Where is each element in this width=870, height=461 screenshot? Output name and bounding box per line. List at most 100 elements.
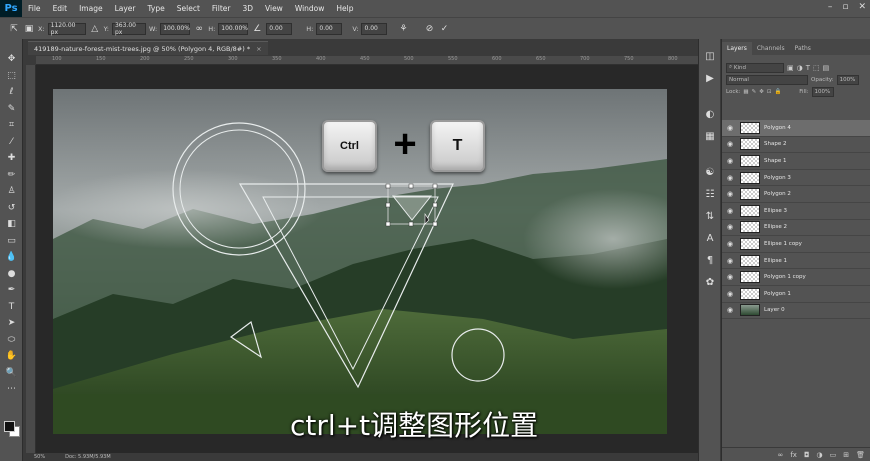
x-position-field[interactable]: 1120.00 px	[47, 22, 86, 36]
link-icon[interactable]: ∞	[193, 24, 205, 34]
link-layers-icon[interactable]: ∞	[778, 451, 784, 459]
visibility-eye-icon[interactable]: ◉	[722, 273, 738, 281]
layer-row[interactable]: ◉ Polygon 2	[722, 186, 870, 203]
new-adjustment-icon[interactable]: ◑	[817, 451, 823, 459]
reference-point-icon[interactable]: ▣	[23, 24, 35, 34]
filter-smart-object-icon[interactable]: ▤	[823, 64, 830, 72]
history-icon[interactable]: ◫	[699, 45, 721, 67]
dodge-tool-icon[interactable]: ●	[0, 266, 23, 283]
layer-row[interactable]: ◉ Polygon 3	[722, 170, 870, 187]
tab-channels[interactable]: Channels	[752, 42, 790, 55]
warp-icon[interactable]: ⚘	[397, 24, 409, 34]
layer-row[interactable]: ◉ Shape 2	[722, 137, 870, 154]
zoom-level[interactable]: 50%	[34, 454, 45, 460]
menu-help[interactable]: Help	[330, 4, 359, 13]
marquee-tool-icon[interactable]: ⬚	[0, 68, 23, 85]
close-icon[interactable]: ✕	[858, 2, 866, 12]
layer-row[interactable]: ◉ Ellipse 1	[722, 253, 870, 270]
transform-handle[interactable]	[385, 183, 391, 189]
h-skew-field[interactable]: 0.00	[316, 22, 343, 35]
visibility-eye-icon[interactable]: ◉	[722, 207, 738, 215]
delta-icon[interactable]: △	[89, 24, 101, 34]
layer-row[interactable]: ◉ Polygon 1	[722, 286, 870, 303]
height-field[interactable]: 100.00%	[218, 22, 249, 35]
maximize-icon[interactable]: ▫	[842, 2, 848, 12]
layer-row[interactable]: ◉ Polygon 4	[722, 120, 870, 137]
libraries-icon[interactable]: ☷	[699, 183, 721, 205]
foreground-color-swatch[interactable]	[4, 421, 15, 432]
transform-handle[interactable]	[432, 183, 438, 189]
menu-select[interactable]: Select	[171, 4, 206, 13]
filter-shape-icon[interactable]: ⬚	[813, 64, 820, 72]
lock-transparency-icon[interactable]: ▦	[743, 89, 748, 95]
adjustments-icon[interactable]: ☯	[699, 161, 721, 183]
layer-row[interactable]: ◉ Shape 1	[722, 153, 870, 170]
filter-type-icon[interactable]: T	[806, 64, 810, 72]
menu-filter[interactable]: Filter	[206, 4, 237, 13]
transform-tool-icon[interactable]: ⇱	[8, 24, 20, 34]
layer-row[interactable]: ◉ Ellipse 3	[722, 203, 870, 220]
tab-layers[interactable]: Layers	[722, 42, 752, 55]
path-selection-tool-icon[interactable]: ➤	[0, 315, 23, 332]
ruler-horizontal[interactable]: 100 150 200 250 300 350 400 450 500 550 …	[36, 56, 701, 65]
fill-field[interactable]: 100%	[811, 87, 834, 97]
new-group-icon[interactable]: ▭	[830, 451, 837, 459]
pen-tool-icon[interactable]: ✒	[0, 282, 23, 299]
visibility-eye-icon[interactable]: ◉	[722, 124, 738, 132]
blend-mode-select[interactable]: Normal	[726, 75, 808, 85]
swatches-icon[interactable]: ▦	[699, 125, 721, 147]
layer-row[interactable]: ◉ Polygon 1 copy	[722, 269, 870, 286]
visibility-eye-icon[interactable]: ◉	[722, 190, 738, 198]
character-icon[interactable]: A	[699, 227, 721, 249]
add-mask-icon[interactable]: ◘	[804, 451, 810, 459]
visibility-eye-icon[interactable]: ◉	[722, 140, 738, 148]
type-tool-icon[interactable]: T	[0, 299, 23, 316]
healing-brush-tool-icon[interactable]: ✚	[0, 150, 23, 167]
more-tools-icon[interactable]: ⋯	[0, 381, 23, 398]
visibility-eye-icon[interactable]: ◉	[722, 157, 738, 165]
hand-tool-icon[interactable]: ✋	[0, 348, 23, 365]
filter-pixel-icon[interactable]: ▣	[787, 64, 794, 72]
visibility-eye-icon[interactable]: ◉	[722, 174, 738, 182]
transform-handle[interactable]	[408, 183, 414, 189]
delete-layer-icon[interactable]: 🗑	[856, 451, 865, 459]
width-field[interactable]: 100.00%	[160, 22, 191, 35]
menu-edit[interactable]: Edit	[47, 4, 74, 13]
filter-kind-select[interactable]: ⌕ Kind	[726, 62, 784, 73]
new-layer-icon[interactable]: ⊞	[843, 451, 849, 459]
menu-type[interactable]: Type	[142, 4, 171, 13]
minimize-icon[interactable]: –	[828, 2, 833, 12]
menu-3d[interactable]: 3D	[236, 4, 259, 13]
document-tab[interactable]: 419189-nature-forest-mist-trees.jpg @ 50…	[28, 41, 268, 55]
rotation-field[interactable]: 0.00	[266, 22, 293, 35]
menu-view[interactable]: View	[259, 4, 289, 13]
menu-image[interactable]: Image	[73, 4, 109, 13]
cancel-transform-icon[interactable]: ⊘	[423, 24, 435, 34]
crop-tool-icon[interactable]: ⌗	[0, 117, 23, 134]
opacity-field[interactable]: 100%	[836, 75, 859, 85]
gradient-tool-icon[interactable]: ▭	[0, 233, 23, 250]
close-tab-icon[interactable]: ×	[256, 45, 261, 53]
zoom-tool-icon[interactable]: 🔍	[0, 365, 23, 382]
visibility-eye-icon[interactable]: ◉	[722, 223, 738, 231]
quick-select-tool-icon[interactable]: ✎	[0, 101, 23, 118]
menu-file[interactable]: File	[22, 4, 47, 13]
lock-all-icon[interactable]: 🔒	[774, 89, 781, 95]
eraser-tool-icon[interactable]: ◧	[0, 216, 23, 233]
clone-stamp-tool-icon[interactable]: ♙	[0, 183, 23, 200]
visibility-eye-icon[interactable]: ◉	[722, 306, 738, 314]
lock-position-icon[interactable]: ✥	[759, 89, 764, 95]
actions-icon[interactable]: ▶	[699, 67, 721, 89]
transform-handle[interactable]	[432, 221, 438, 227]
layer-row[interactable]: ◉ Ellipse 2	[722, 220, 870, 237]
commit-transform-icon[interactable]: ✓	[438, 24, 450, 34]
layer-row[interactable]: ◉ Ellipse 1 copy	[722, 236, 870, 253]
lasso-tool-icon[interactable]: ℓ	[0, 84, 23, 101]
paragraph-icon[interactable]: ¶	[699, 249, 721, 271]
transform-handle[interactable]	[408, 221, 414, 227]
ruler-vertical[interactable]	[26, 65, 36, 453]
move-tool-icon[interactable]: ✥	[0, 51, 23, 68]
transform-handle[interactable]	[432, 202, 438, 208]
menu-window[interactable]: Window	[289, 4, 331, 13]
lock-artboard-icon[interactable]: ⊡	[767, 89, 772, 95]
